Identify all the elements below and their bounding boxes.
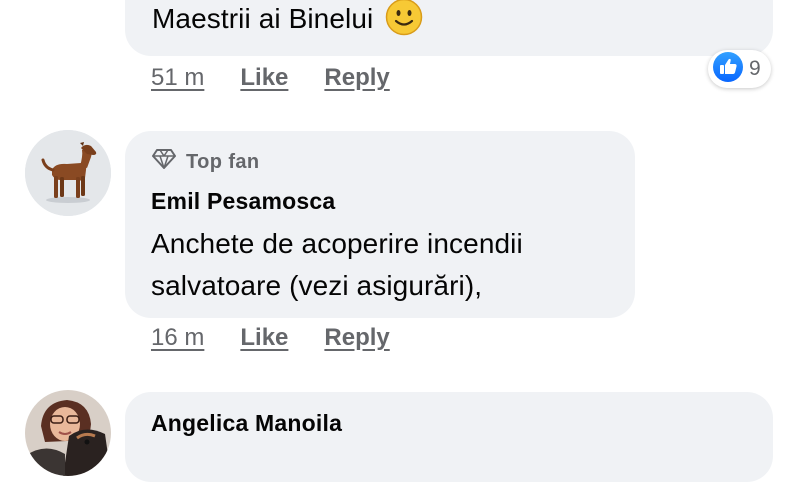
badge-label: Top fan <box>186 150 260 173</box>
like-icon <box>712 51 744 88</box>
comment-text: Anchete de acoperire incendii salvatoare… <box>151 223 523 307</box>
comment-line: salvatoare (vezi asigurări), <box>151 270 483 301</box>
like-button[interactable]: Like <box>240 324 288 352</box>
author-name[interactable]: Angelica Manoila <box>151 410 342 437</box>
comment-timestamp[interactable]: 51 m <box>151 64 204 92</box>
dog-avatar[interactable] <box>25 130 111 216</box>
diamond-icon <box>152 149 176 175</box>
reaction-summary[interactable]: 9 <box>708 50 771 88</box>
comment-timestamp[interactable]: 16 m <box>151 324 204 352</box>
slightly-smiling-face-icon <box>385 0 423 48</box>
like-button[interactable]: Like <box>240 64 288 92</box>
comment-text: Maestrii ai Binelui <box>152 0 423 48</box>
comment-bubble <box>125 392 773 482</box>
reaction-count: 9 <box>749 57 761 80</box>
author-name[interactable]: Emil Pesamosca <box>151 188 335 215</box>
reply-button[interactable]: Reply <box>324 64 389 92</box>
comment-actions: 51 m Like Reply <box>151 64 390 92</box>
woman-with-dog-avatar[interactable] <box>25 390 111 476</box>
comment-line: Anchete de acoperire incendii <box>151 228 523 259</box>
comment-actions: 16 m Like Reply <box>151 324 390 352</box>
reply-button[interactable]: Reply <box>324 324 389 352</box>
top-fan-badge: Top fan <box>152 149 260 175</box>
